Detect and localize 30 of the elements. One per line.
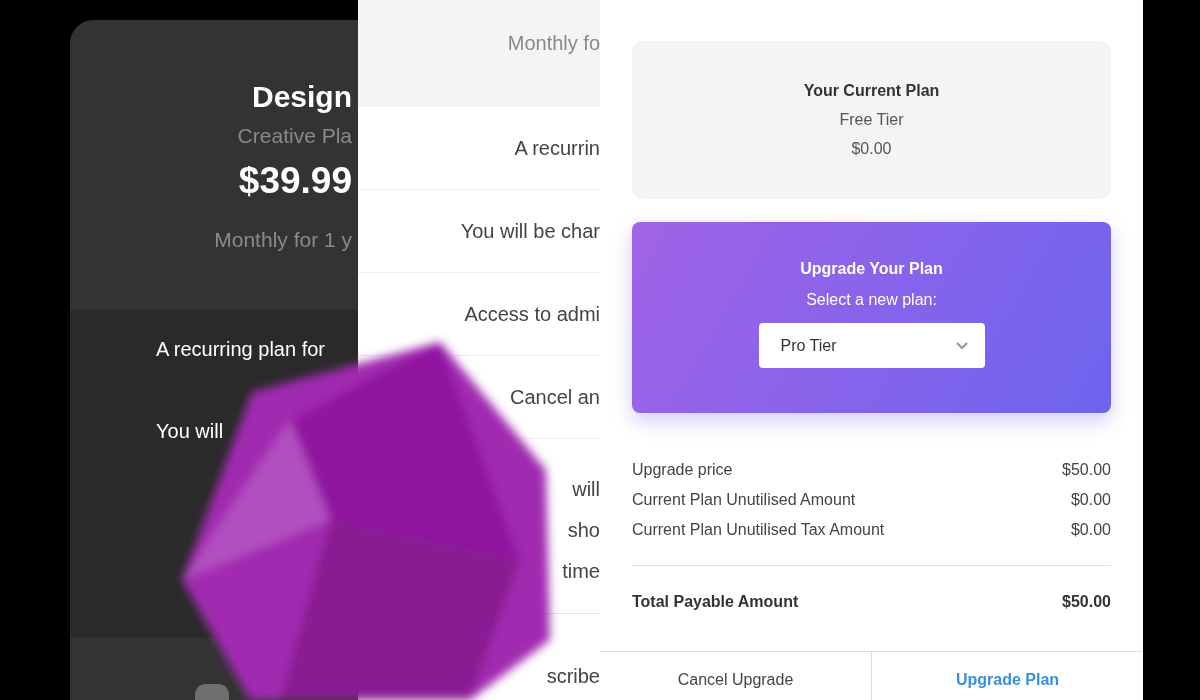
current-plan-price: $0.00: [851, 140, 892, 158]
current-plan-heading: Your Current Plan: [803, 82, 940, 100]
feature-text: Cancel an: [509, 385, 600, 409]
note-text: will: [572, 477, 600, 502]
line-item-amount: $0.00: [1070, 521, 1111, 539]
total-label: Total Payable Amount: [632, 593, 799, 612]
total-amount: $50.00: [1062, 593, 1111, 612]
billing-text: Monthly for 1 y: [214, 228, 352, 252]
feature-text: A recurring plan for: [156, 338, 326, 362]
plan-select[interactable]: Pro Tier: [758, 323, 985, 368]
plan-button[interactable]: [195, 684, 229, 700]
chevron-down-icon: [954, 341, 969, 350]
plan-title: Design: [251, 80, 352, 114]
line-item-amount: $0.00: [1070, 491, 1111, 509]
line-item-label: Current Plan Unutilised Amount: [632, 491, 856, 509]
line-item-label: Upgrade price: [632, 461, 733, 479]
line-item-amount: $50.00: [1062, 461, 1111, 479]
upgrade-heading: Upgrade Your Plan: [800, 260, 943, 278]
current-plan-name: Free Tier: [839, 111, 904, 129]
plan-subtitle: Creative Pla: [237, 124, 352, 148]
note-text: time: [562, 559, 600, 584]
feature-text: Access to admi: [464, 302, 600, 326]
select-prompt: Select a new plan:: [806, 291, 937, 309]
feature-text: A recurrin: [514, 136, 600, 160]
note-text: sho: [567, 518, 600, 543]
line-item-label: Current Plan Unutilised Tax Amount: [632, 521, 885, 539]
plan-price: $39.99: [238, 160, 352, 202]
feature-text: You will: [156, 420, 225, 444]
feature-text: You will be char: [460, 219, 600, 243]
billing-text: Monthly fo: [507, 32, 600, 56]
